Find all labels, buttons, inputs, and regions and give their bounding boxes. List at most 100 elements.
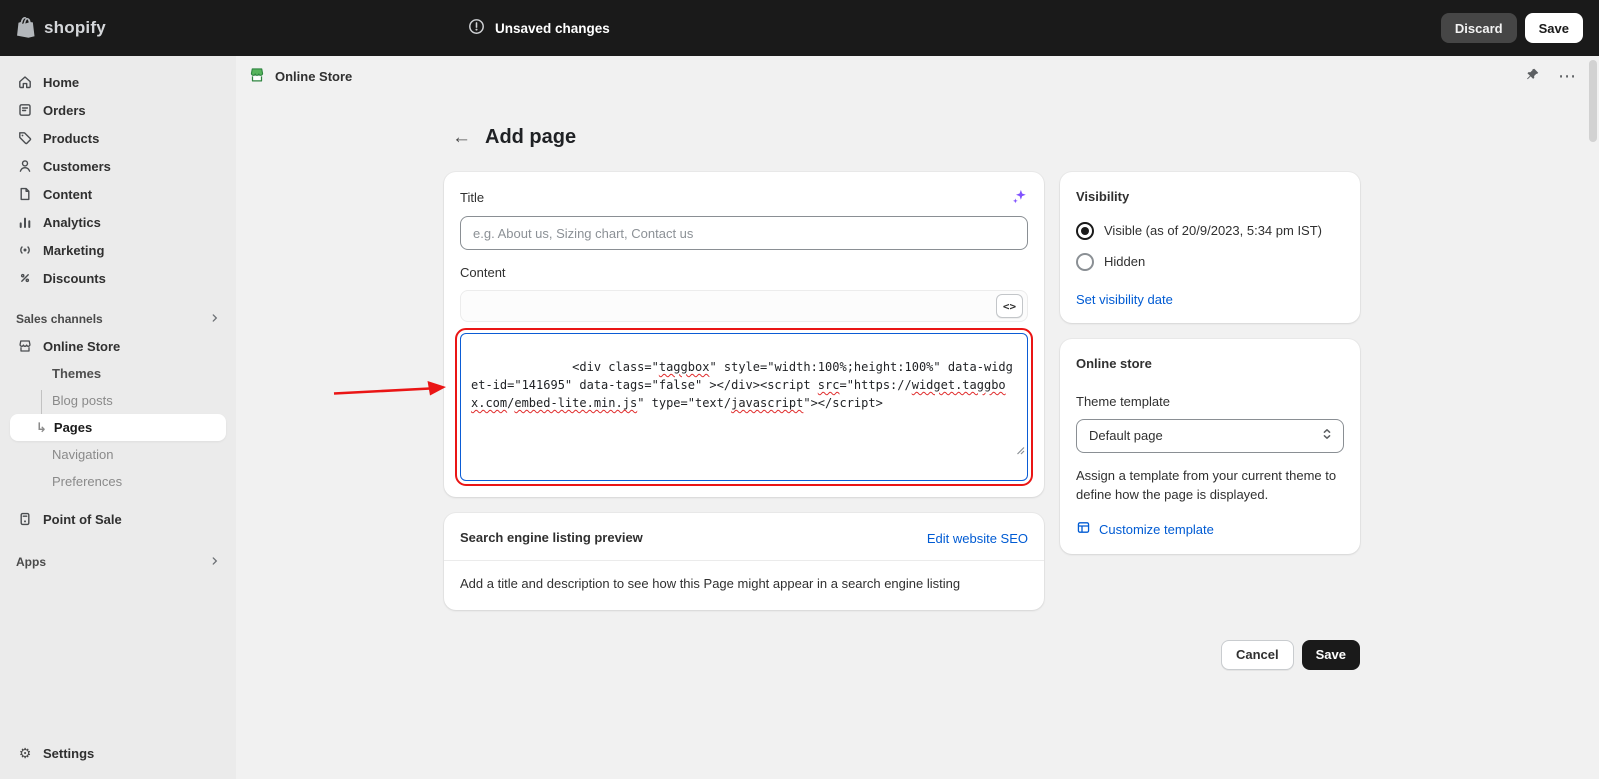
- marketing-icon: [16, 242, 34, 258]
- storefront-icon: [16, 338, 34, 354]
- shopify-wordmark: shopify: [44, 18, 106, 38]
- chevron-right-icon: [208, 311, 222, 328]
- unsaved-changes-text: Unsaved changes: [495, 21, 610, 36]
- content-editor[interactable]: <div class="taggbox" style="width:100%;h…: [460, 333, 1028, 481]
- subnav-tree-line: [41, 390, 42, 414]
- breadcrumb[interactable]: Online Store: [248, 66, 352, 87]
- page-form-card: Title Content <> <div class="taggbox" st…: [444, 172, 1044, 497]
- visible-radio-label: Visible (as of 20/9/2023, 5:34 pm IST): [1104, 222, 1322, 241]
- sidebar-item-label: Content: [43, 187, 92, 202]
- online-store-channel-icon: [248, 66, 266, 87]
- discard-button[interactable]: Discard: [1441, 13, 1517, 43]
- visibility-radio-hidden[interactable]: Hidden: [1076, 253, 1344, 272]
- sidebar-item-orders[interactable]: Orders: [8, 96, 228, 124]
- sidebar-item-point-of-sale[interactable]: Point of Sale: [8, 505, 228, 533]
- save-button[interactable]: Save: [1302, 640, 1360, 670]
- point-of-sale-icon: [16, 511, 34, 527]
- pin-icon[interactable]: [1525, 67, 1540, 85]
- sidebar-item-label: Orders: [43, 103, 86, 118]
- online-store-card-title: Online store: [1076, 355, 1344, 373]
- visibility-card: Visibility Visible (as of 20/9/2023, 5:3…: [1060, 172, 1360, 323]
- customize-template-row[interactable]: Customize template: [1076, 520, 1344, 538]
- annotation-arrow: [330, 376, 452, 404]
- more-options-icon[interactable]: ⋯: [1558, 67, 1577, 85]
- template-icon: [1076, 520, 1091, 538]
- show-html-button[interactable]: <>: [996, 294, 1023, 318]
- sales-channels-header[interactable]: Sales channels: [0, 306, 236, 332]
- content-field-label: Content: [460, 264, 1028, 282]
- edit-website-seo-link[interactable]: Edit website SEO: [927, 531, 1028, 546]
- visibility-card-title: Visibility: [1076, 188, 1344, 206]
- apps-label: Apps: [16, 555, 46, 569]
- unsaved-changes-indicator: Unsaved changes: [468, 18, 610, 38]
- sidebar-item-label: Settings: [43, 746, 94, 761]
- sidebar-item-analytics[interactable]: Analytics: [8, 208, 228, 236]
- apps-header[interactable]: Apps: [0, 549, 236, 575]
- breadcrumb-label: Online Store: [275, 69, 352, 84]
- topbar: shopify Unsaved changes Discard Save: [0, 0, 1599, 56]
- content-icon: [16, 186, 34, 202]
- sales-channels-label: Sales channels: [16, 312, 103, 326]
- seo-card-title: Search engine listing preview: [460, 529, 643, 547]
- sidebar-item-online-store[interactable]: Online Store: [8, 332, 228, 360]
- radio-unselected-icon[interactable]: [1076, 253, 1094, 271]
- hidden-radio-label: Hidden: [1104, 253, 1145, 272]
- sidebar-item-label: Online Store: [43, 339, 120, 354]
- shopify-logo[interactable]: shopify: [16, 16, 106, 41]
- products-icon: [16, 130, 34, 146]
- radio-selected-icon[interactable]: [1076, 222, 1094, 240]
- customize-template-link[interactable]: Customize template: [1099, 522, 1214, 537]
- resize-handle-icon[interactable]: [899, 424, 1025, 478]
- divider: [444, 560, 1044, 561]
- theme-template-label: Theme template: [1076, 393, 1344, 411]
- cancel-button[interactable]: Cancel: [1221, 640, 1294, 670]
- subitem-label: Navigation: [52, 447, 113, 462]
- sidebar-subitem-themes[interactable]: Themes: [0, 360, 236, 387]
- sidebar-item-content[interactable]: Content: [8, 180, 228, 208]
- page-header-strip: Online Store ⋯: [236, 56, 1599, 96]
- visibility-radio-visible[interactable]: Visible (as of 20/9/2023, 5:34 pm IST): [1076, 222, 1344, 241]
- select-stepper-icon: [1319, 426, 1335, 445]
- sidebar-item-marketing[interactable]: Marketing: [8, 236, 228, 264]
- seo-preview-card: Search engine listing preview Edit websi…: [444, 513, 1044, 610]
- back-arrow-icon[interactable]: ←: [452, 128, 471, 147]
- topbar-actions: Discard Save: [1441, 13, 1583, 43]
- customers-icon: [16, 158, 34, 174]
- sidebar-item-label: Home: [43, 75, 79, 90]
- set-visibility-date-link[interactable]: Set visibility date: [1076, 292, 1173, 307]
- sidebar-item-discounts[interactable]: Discounts: [8, 264, 228, 292]
- orders-icon: [16, 102, 34, 118]
- vertical-scrollbar[interactable]: [1589, 60, 1597, 142]
- online-store-card: Online store Theme template Default page…: [1060, 339, 1360, 555]
- magic-sparkle-icon[interactable]: [1011, 188, 1028, 208]
- subpage-arrow-icon: ↳: [36, 420, 47, 436]
- chevron-right-icon: [208, 554, 222, 571]
- sidebar-item-label: Analytics: [43, 215, 101, 230]
- sidebar-subitem-navigation[interactable]: Navigation: [0, 441, 236, 468]
- sidebar-item-settings[interactable]: ⚙ Settings: [8, 739, 228, 767]
- main-area: Online Store ⋯ ← Add page Title: [236, 56, 1599, 779]
- annotation-rectangle: <div class="taggbox" style="width:100%;h…: [460, 333, 1028, 481]
- sidebar-item-products[interactable]: Products: [8, 124, 228, 152]
- sidebar-subitem-blog-posts[interactable]: Blog posts: [0, 387, 236, 414]
- theme-template-select[interactable]: Default page: [1076, 419, 1344, 453]
- gear-icon: ⚙: [16, 745, 34, 762]
- discounts-icon: [16, 270, 34, 286]
- shopify-bag-icon: [16, 16, 37, 41]
- seo-card-description: Add a title and description to see how t…: [460, 575, 1028, 594]
- subitem-label: Themes: [52, 366, 101, 381]
- title-input[interactable]: [460, 216, 1028, 250]
- home-icon: [16, 74, 34, 90]
- sidebar-subitem-preferences[interactable]: Preferences: [0, 468, 236, 495]
- subitem-label: Blog posts: [52, 393, 113, 408]
- subitem-label: Preferences: [52, 474, 122, 489]
- sidebar-item-home[interactable]: Home: [8, 68, 228, 96]
- topbar-save-button[interactable]: Save: [1525, 13, 1583, 43]
- sidebar: Home Orders Products Customers Content A…: [0, 56, 236, 779]
- sidebar-item-label: Marketing: [43, 243, 104, 258]
- sidebar-item-customers[interactable]: Customers: [8, 152, 228, 180]
- page-title: Add page: [485, 126, 576, 149]
- content-editor-toolbar: <>: [460, 290, 1028, 322]
- title-field-label: Title: [460, 189, 484, 207]
- sidebar-subitem-pages[interactable]: ↳ Pages: [10, 414, 226, 441]
